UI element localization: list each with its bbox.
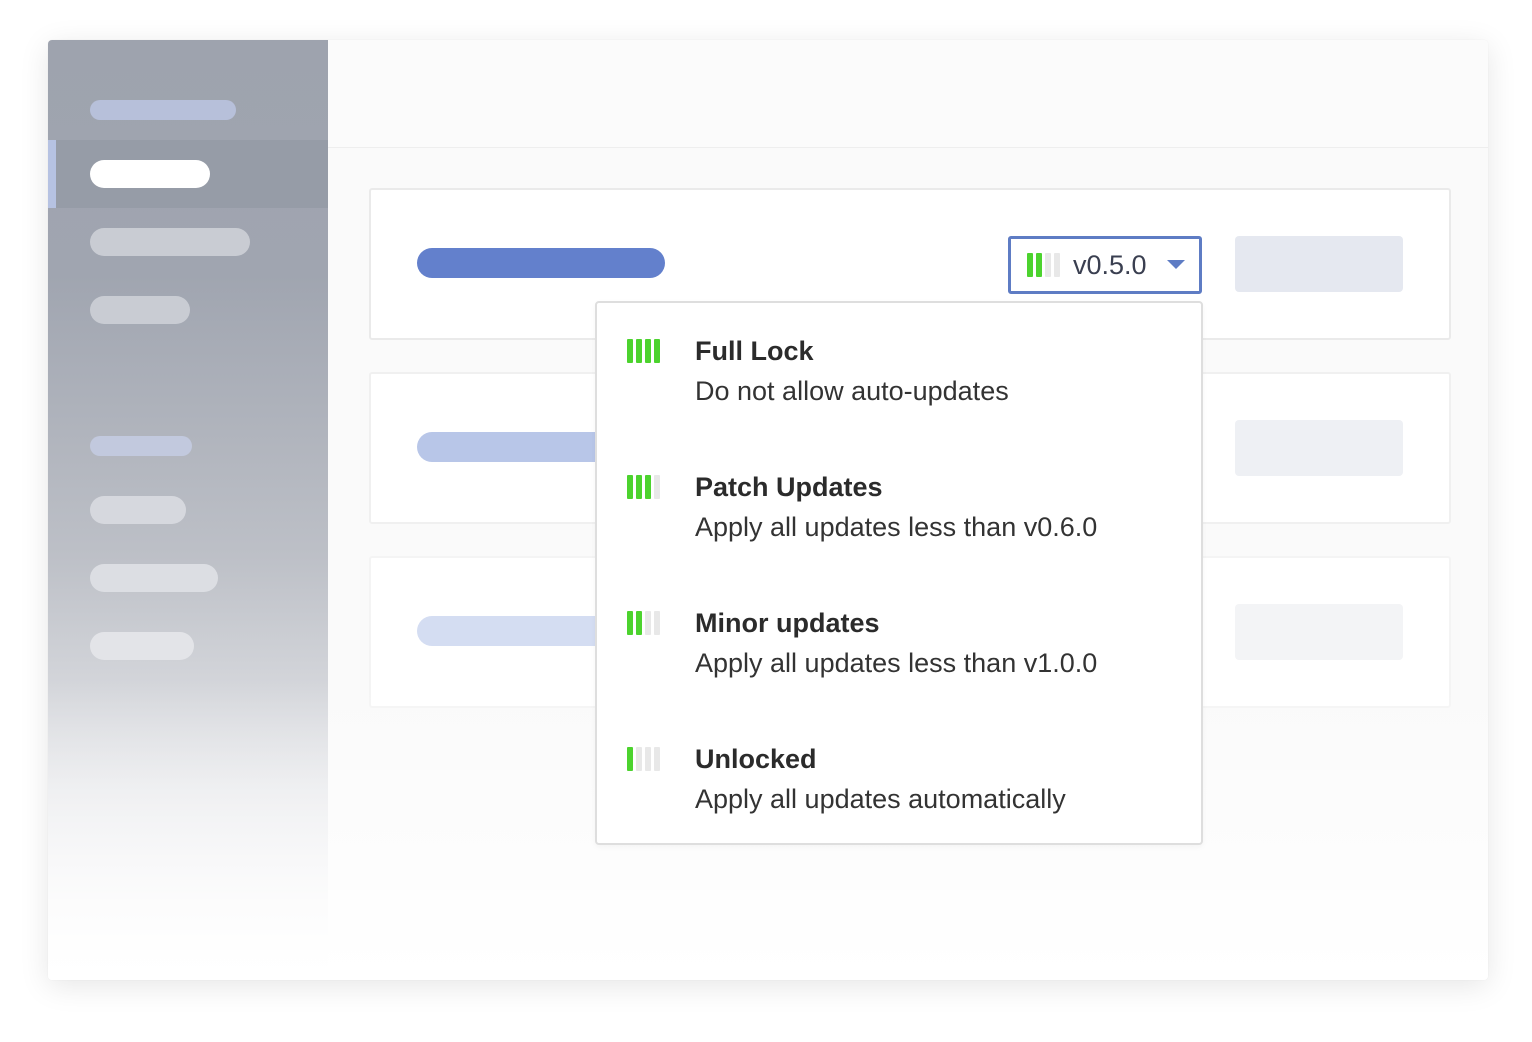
lock-level-icon <box>627 747 660 771</box>
sidebar-item-7[interactable] <box>90 564 218 592</box>
sidebar-item-1[interactable] <box>90 100 236 120</box>
lock-bar-filled <box>1036 253 1042 277</box>
action-button-placeholder[interactable] <box>1235 420 1403 476</box>
version-lock-select[interactable]: v0.5.0 <box>1008 236 1202 294</box>
option-description: Apply all updates automatically <box>695 784 1066 814</box>
lock-bar-empty <box>645 747 651 771</box>
option-description: Apply all updates less than v0.6.0 <box>695 512 1098 542</box>
chevron-down-icon <box>1167 260 1185 269</box>
lock-level-icon <box>627 339 660 363</box>
option-title: Full Lock <box>695 336 814 366</box>
lock-level-icon <box>627 611 660 635</box>
lock-option-patch-updates[interactable]: Patch Updates Apply all updates less tha… <box>597 439 1201 559</box>
lock-level-icon <box>1027 253 1060 277</box>
sidebar-item-8[interactable] <box>90 632 194 660</box>
option-description: Do not allow auto-updates <box>695 376 1009 406</box>
lock-bar-filled <box>636 611 642 635</box>
lock-option-unlocked[interactable]: Unlocked Apply all updates automatically <box>597 711 1201 831</box>
lock-bar-empty <box>636 747 642 771</box>
lock-option-minor-updates[interactable]: Minor updates Apply all updates less tha… <box>597 575 1201 695</box>
sidebar-item-4[interactable] <box>90 296 190 324</box>
lock-bar-filled <box>1027 253 1033 277</box>
option-title: Minor updates <box>695 608 880 638</box>
top-bar <box>328 40 1488 148</box>
lock-bar-empty <box>645 611 651 635</box>
version-value: v0.5.0 <box>1073 250 1147 280</box>
package-name-placeholder[interactable] <box>417 248 665 278</box>
sidebar-item-3[interactable] <box>90 228 250 256</box>
sidebar-item-2-active[interactable] <box>90 160 210 188</box>
lock-bar-filled <box>654 339 660 363</box>
option-title: Unlocked <box>695 744 817 774</box>
lock-bar-empty <box>1054 253 1060 277</box>
option-description: Apply all updates less than v1.0.0 <box>695 648 1098 678</box>
sidebar-item-6[interactable] <box>90 496 186 524</box>
lock-bar-empty <box>1045 253 1051 277</box>
lock-bar-filled <box>627 475 633 499</box>
sidebar-item-5[interactable] <box>90 436 192 456</box>
action-button-placeholder[interactable] <box>1235 236 1403 292</box>
sidebar <box>48 40 328 980</box>
lock-bar-filled <box>645 475 651 499</box>
lock-bar-filled <box>627 611 633 635</box>
lock-bar-empty <box>654 611 660 635</box>
lock-level-icon <box>627 475 660 499</box>
sidebar-active-marker <box>48 140 56 208</box>
lock-options-dropdown: Full Lock Do not allow auto-updates Patc… <box>595 301 1203 845</box>
lock-bar-filled <box>627 747 633 771</box>
lock-bar-filled <box>645 339 651 363</box>
lock-bar-empty <box>654 475 660 499</box>
lock-bar-filled <box>636 475 642 499</box>
lock-bar-filled <box>636 339 642 363</box>
option-title: Patch Updates <box>695 472 883 502</box>
action-button-placeholder[interactable] <box>1235 604 1403 660</box>
lock-option-full-lock[interactable]: Full Lock Do not allow auto-updates <box>597 303 1201 423</box>
lock-bar-filled <box>627 339 633 363</box>
lock-bar-empty <box>654 747 660 771</box>
